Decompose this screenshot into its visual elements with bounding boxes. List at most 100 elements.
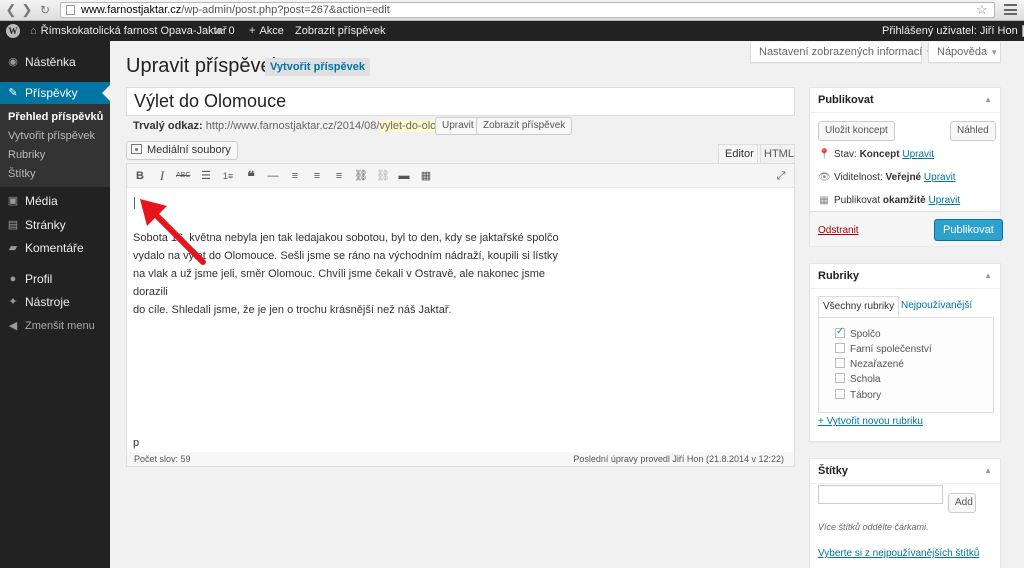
bookmark-star-icon[interactable]: ☆	[976, 3, 988, 17]
tab-all-categories[interactable]: Všechny rubriky	[818, 296, 900, 317]
tags-hint: Více štítků oddělte čárkami.	[818, 522, 929, 532]
submenu-add-new[interactable]: Vytvořit příspěvek	[8, 130, 95, 142]
align-center-icon[interactable]: ≡	[310, 169, 324, 183]
sidebar-item-comments[interactable]: ▰ Komentáře	[0, 237, 110, 259]
back-icon[interactable]: ❮	[4, 3, 18, 17]
profile-icon: ●	[9, 273, 17, 285]
edit-status-link[interactable]: Upravit	[902, 149, 934, 160]
sidebar-item-media[interactable]: ▣ Média	[0, 190, 110, 212]
category-item[interactable]: Farní společenství	[835, 343, 932, 355]
sidebar-item-label: Nástěnka	[25, 55, 76, 69]
checkbox[interactable]	[835, 343, 845, 353]
categories-box: Rubriky ▲ Všechny rubriky Nejpoužívanější…	[809, 263, 1001, 442]
trash-link[interactable]: Odstranit	[818, 225, 859, 236]
tab-visual[interactable]: Editor	[718, 144, 761, 163]
publish-box-header[interactable]: Publikovat ▲	[810, 88, 1000, 113]
tag-input[interactable]	[818, 485, 943, 504]
new-content-link[interactable]: + Akce	[249, 21, 284, 41]
tab-popular-categories[interactable]: Nejpoužívanější	[897, 296, 976, 317]
submenu-tags[interactable]: Štítky	[8, 168, 36, 180]
reload-icon[interactable]: ↻	[38, 3, 52, 17]
user-greeting: Přihlášený uživatel: Jiří Hon	[882, 25, 1018, 37]
url-host: www.farnostjaktar.cz	[81, 4, 182, 16]
add-tag-button[interactable]: Add	[948, 493, 976, 513]
add-category-link[interactable]: + Vytvořit novou rubriku	[818, 416, 923, 427]
italic-icon[interactable]: I	[155, 169, 169, 183]
tags-box-header[interactable]: Štítky ▲	[810, 459, 1000, 484]
calendar-icon: ▦	[819, 195, 829, 206]
checkbox[interactable]	[835, 373, 845, 383]
categories-box-header[interactable]: Rubriky ▲	[810, 264, 1000, 289]
collapse-arrow-icon[interactable]: ▲	[984, 459, 992, 483]
comments-link[interactable]: ▰ 0	[215, 21, 235, 41]
checkbox[interactable]	[835, 389, 845, 399]
link-icon[interactable]: ⛓	[354, 169, 368, 183]
category-item[interactable]: Spolčo	[835, 326, 881, 340]
visibility-label: Viditelnost:	[834, 172, 883, 183]
align-left-icon[interactable]: ≡	[288, 169, 302, 183]
bold-icon[interactable]: B	[133, 169, 147, 183]
submenu-categories[interactable]: Rubriky	[8, 149, 45, 161]
user-account[interactable]: Přihlášený uživatel: Jiří Hon	[882, 21, 1024, 41]
admin-bar: W ⌂ Římskokatolická farnost Opava-Jaktař …	[0, 21, 1024, 41]
checkbox[interactable]	[835, 358, 845, 368]
sidebar-item-profile[interactable]: ● Profil	[0, 268, 110, 290]
post-editor: B I ABC ☰ 1≡ ❝ — ≡ ≡ ≡ ⛓ ⛓ ▬ ▦ ⤢ Sobota …	[126, 163, 795, 467]
editor-content[interactable]: Sobota 16. května nebyla jen tak ledajak…	[133, 229, 573, 319]
url-path: /wp-admin/post.php?post=267&action=edit	[181, 4, 390, 16]
site-name-link[interactable]: ⌂ Římskokatolická farnost Opava-Jaktař	[30, 21, 227, 41]
horizontal-line-icon[interactable]: —	[266, 169, 280, 183]
save-draft-button[interactable]: Uložit koncept	[818, 121, 895, 141]
tab-html[interactable]: HTML	[757, 144, 795, 163]
numbered-list-icon[interactable]: 1≡	[221, 169, 235, 183]
unlink-icon[interactable]: ⛓	[376, 169, 390, 183]
collapse-arrow-icon[interactable]: ▲	[984, 88, 992, 112]
publish-box: Publikovat ▲ Uložit koncept Náhled 📍 Stav:…	[809, 87, 1003, 246]
page-title: Upravit příspěvek	[126, 55, 282, 77]
address-bar[interactable]: www.farnostjaktar.cz/wp-admin/post.php?p…	[60, 2, 995, 18]
toolbar-toggle-icon[interactable]: ▦	[419, 169, 433, 183]
submenu-all-posts[interactable]: Přehled příspěvků	[8, 111, 103, 123]
collapse-arrow-icon[interactable]: ▲	[984, 264, 992, 288]
sidebar-item-label: Nástroje	[25, 295, 70, 309]
schedule-label: Publikovat	[834, 195, 881, 206]
category-item[interactable]: Tábory	[835, 389, 881, 401]
publish-button[interactable]: Publikovat	[934, 219, 1003, 241]
strikethrough-icon[interactable]: ABC	[176, 169, 190, 183]
browser-menu-icon[interactable]	[1004, 4, 1017, 15]
edit-visibility-link[interactable]: Upravit	[924, 172, 956, 183]
wordpress-logo-icon[interactable]: W	[6, 21, 20, 41]
fullscreen-icon[interactable]: ⤢	[774, 169, 788, 183]
screen-options-button[interactable]: Nastavení zobrazených informací ▼	[750, 42, 933, 63]
edit-permalink-button[interactable]: Upravit	[435, 117, 481, 135]
sidebar-collapse[interactable]: ◀ Zmenšit menu	[0, 315, 110, 337]
post-title-input[interactable]: Výlet do Olomouce	[126, 87, 795, 116]
view-post-link[interactable]: Zobrazit příspěvek	[295, 21, 385, 41]
category-item[interactable]: Schola	[835, 373, 881, 385]
comments-icon: ▰	[8, 242, 18, 254]
preview-button[interactable]: Náhled	[950, 121, 996, 141]
sidebar-item-label: Zmenšit menu	[25, 320, 95, 332]
view-post-button[interactable]: Zobrazit příspěvek	[476, 117, 573, 135]
permalink-base: http://www.farnostjaktar.cz/2014/08/	[205, 120, 380, 132]
edit-schedule-link[interactable]: Upravit	[929, 195, 961, 206]
status-value: Koncept	[859, 149, 900, 160]
align-right-icon[interactable]: ≡	[332, 169, 346, 183]
checkbox-checked[interactable]	[835, 326, 845, 338]
read-more-icon[interactable]: ▬	[397, 169, 411, 183]
blockquote-icon[interactable]: ❝	[244, 169, 258, 183]
choose-tags-link[interactable]: Vyberte si z nejpoužívanějších štítků	[818, 548, 979, 559]
bullet-list-icon[interactable]: ☰	[199, 169, 213, 183]
add-media-button[interactable]: Mediální soubory	[126, 141, 238, 160]
sidebar-item-pages[interactable]: ▤ Stránky	[0, 214, 110, 236]
sidebar-item-posts[interactable]: ✎ Příspěvky	[0, 82, 110, 104]
category-checklist: Spolčo Farní společenství Nezařazené Sch…	[818, 317, 994, 413]
help-button[interactable]: Nápověda ▼	[928, 42, 1001, 63]
sidebar-item-dashboard[interactable]: ◉ Nástěnka	[0, 51, 110, 73]
add-new-post-button[interactable]: Vytvořit příspěvek	[265, 58, 370, 76]
forward-icon[interactable]: ❯	[20, 3, 34, 17]
plus-icon: +	[249, 25, 256, 37]
category-item[interactable]: Nezařazené	[835, 358, 904, 370]
visibility-row: 👁 Viditelnost: Veřejné Upravit	[818, 172, 956, 183]
sidebar-item-tools[interactable]: ✦ Nástroje	[0, 291, 110, 313]
